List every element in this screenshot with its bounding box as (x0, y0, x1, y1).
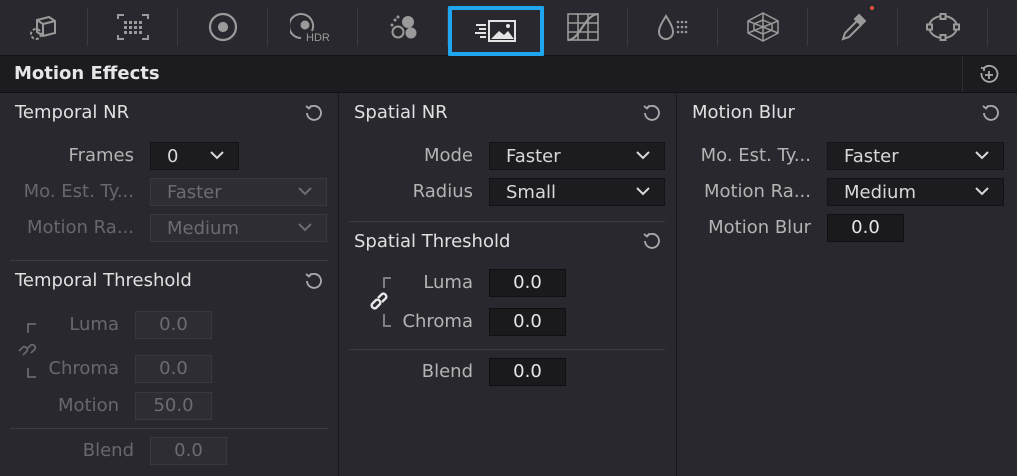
radius-label: Radius (412, 181, 473, 202)
mo-est-type-dropdown[interactable]: Faster (150, 178, 327, 206)
rgb-mixer-button[interactable] (358, 4, 448, 50)
curves-icon (567, 12, 599, 42)
motion-blur-label: Motion Blur (708, 217, 811, 238)
color-warper-button[interactable] (628, 4, 718, 50)
qualifier-button[interactable] (718, 4, 808, 50)
blend-input[interactable]: 0.0 (489, 358, 566, 386)
color-match-icon (117, 14, 149, 40)
chevron-down-icon (975, 151, 989, 160)
spatial-threshold-title: Spatial Threshold (354, 231, 511, 252)
blend-input[interactable]: 0.0 (150, 437, 227, 465)
motion-effects-button[interactable] (448, 6, 544, 56)
rgb-mixer-icon (390, 15, 417, 39)
mo-est-type-label: Mo. Est. Ty... (23, 181, 134, 202)
reset-icon[interactable] (304, 103, 324, 123)
frames-dropdown[interactable]: 0 (150, 142, 239, 170)
color-warper-icon (657, 14, 688, 40)
camera-raw-button[interactable] (0, 4, 90, 50)
qualifier-icon (747, 12, 779, 42)
motion-range-dropdown[interactable]: Medium (150, 214, 327, 242)
chroma-input[interactable]: 0.0 (489, 308, 566, 336)
mode-dropdown[interactable]: Faster (489, 142, 665, 170)
mo-est-type-dropdown[interactable]: Faster (827, 142, 1004, 170)
panel-title: Motion Effects (14, 63, 160, 84)
eyedropper-icon (841, 13, 867, 41)
spatial-nr-title: Spatial NR (354, 102, 448, 123)
reset-icon[interactable] (642, 103, 662, 123)
window-button[interactable] (898, 4, 988, 50)
luma-input[interactable]: 0.0 (489, 269, 566, 297)
eyedropper-button[interactable] (808, 4, 898, 50)
motion-label: Motion (57, 395, 119, 416)
panel-header: Motion Effects (0, 56, 1017, 93)
chroma-label: Chroma (48, 358, 119, 379)
motion-range-dropdown[interactable]: Medium (827, 178, 1004, 206)
mo-est-type-label: Mo. Est. Ty... (700, 145, 811, 166)
motion-effects-icon (475, 20, 516, 42)
reset-icon[interactable] (981, 103, 1001, 123)
motion-range-label: Motion Ra... (26, 217, 134, 238)
palette-toolbar: HDR (0, 0, 1017, 56)
chevron-down-icon (210, 151, 224, 160)
luma-label: Luma (423, 272, 473, 293)
link-icon[interactable] (15, 320, 41, 380)
notification-dot (870, 6, 874, 10)
motion-blur-input[interactable]: 0.0 (827, 214, 904, 242)
color-wheels-button[interactable] (178, 4, 268, 50)
add-icon[interactable] (978, 64, 1000, 86)
mode-label: Mode (423, 145, 473, 166)
chevron-down-icon (298, 223, 312, 232)
color-wheels-icon (208, 12, 238, 42)
camera-raw-icon (30, 15, 56, 40)
temporal-nr-title: Temporal NR (15, 102, 130, 123)
chevron-down-icon (636, 187, 650, 196)
temporal-threshold-title: Temporal Threshold (15, 270, 192, 291)
luma-input[interactable]: 0.0 (135, 311, 212, 339)
window-icon (926, 13, 960, 41)
blend-label: Blend (82, 440, 134, 461)
motion-blur-title: Motion Blur (692, 102, 795, 123)
hdr-wheels-button[interactable]: HDR (268, 4, 358, 50)
motion-input[interactable]: 50.0 (135, 392, 212, 420)
curves-button[interactable] (538, 4, 628, 50)
motion-range-label: Motion Ra... (703, 181, 811, 202)
svg-text:HDR: HDR (306, 32, 330, 44)
chroma-input[interactable]: 0.0 (135, 355, 212, 383)
reset-icon[interactable] (642, 231, 662, 251)
reset-icon[interactable] (304, 271, 324, 291)
chevron-down-icon (975, 187, 989, 196)
chevron-down-icon (298, 187, 312, 196)
color-match-button[interactable] (88, 4, 178, 50)
frames-label: Frames (68, 145, 134, 166)
radius-dropdown[interactable]: Small (489, 178, 665, 206)
chroma-label: Chroma (402, 311, 473, 332)
luma-label: Luma (69, 314, 119, 335)
chevron-down-icon (636, 151, 650, 160)
link-icon[interactable] (367, 270, 397, 330)
hdr-wheels-icon: HDR (290, 13, 330, 44)
blend-label: Blend (421, 361, 473, 382)
